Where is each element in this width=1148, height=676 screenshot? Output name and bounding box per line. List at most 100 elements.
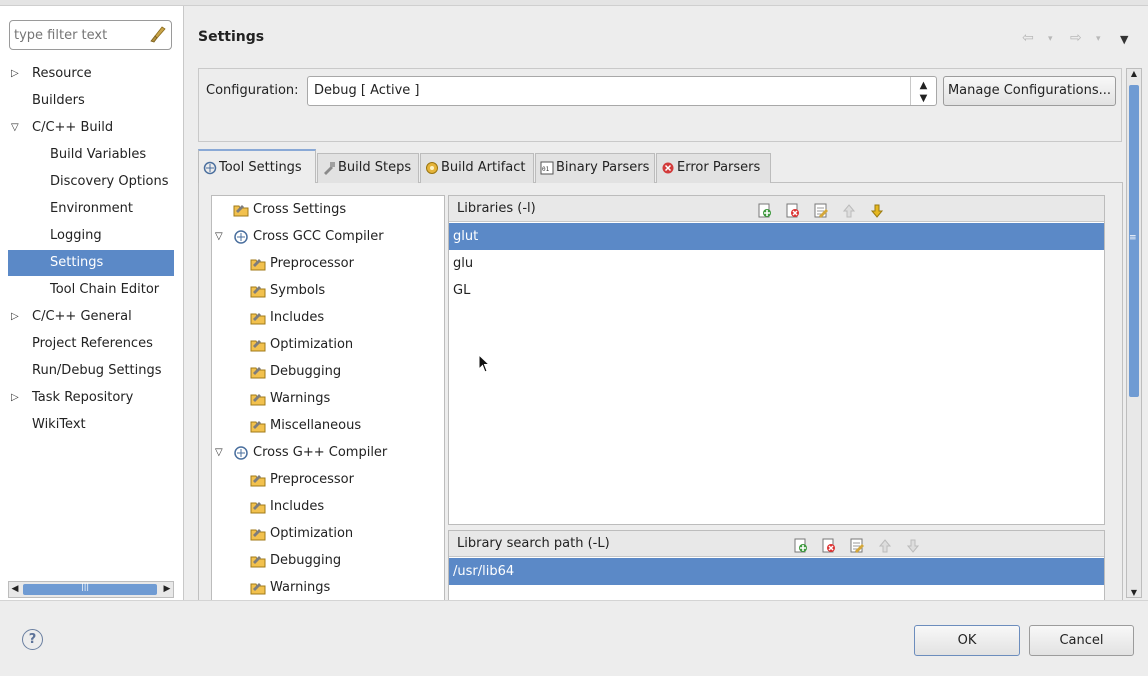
nav-item-label: Tool Chain Editor [50, 282, 160, 297]
edit-icon[interactable] [849, 538, 865, 554]
expand-icon[interactable]: ▷ [11, 385, 21, 411]
tree-item-debugging[interactable]: Debugging [212, 359, 444, 385]
nav-item-label: C/C++ Build [32, 120, 114, 135]
settings-folder-icon [250, 313, 266, 325]
configuration-select[interactable]: Debug [ Active ] ▲ ▼ [307, 76, 937, 106]
settings-folder-icon [250, 286, 266, 298]
tab-build-steps[interactable]: Build Steps [317, 153, 419, 183]
scroll-down-icon[interactable]: ▼ [1127, 588, 1141, 597]
nav-item-resource[interactable]: ▷ Resource [0, 61, 180, 87]
settings-folder-icon [250, 367, 266, 379]
expand-icon[interactable]: ▷ [11, 61, 21, 87]
add-icon[interactable] [757, 203, 773, 219]
tree-item-warnings[interactable]: Warnings [212, 575, 444, 600]
clear-filter-icon[interactable] [150, 26, 166, 44]
nav-item-c-c-build[interactable]: ▽ C/C++ Build [0, 115, 180, 141]
tree-item-debugging[interactable]: Debugging [212, 548, 444, 574]
nav-item-label: Project References [32, 336, 153, 351]
tree-item-preprocessor[interactable]: Preprocessor [212, 251, 444, 277]
build-steps-icon [324, 161, 335, 175]
tab-tool-settings[interactable]: Tool Settings [198, 149, 316, 183]
move-up-icon[interactable] [841, 203, 857, 219]
tree-item-label: Preprocessor [270, 472, 354, 487]
delete-icon[interactable] [785, 203, 801, 219]
ok-button[interactable]: OK [914, 625, 1020, 656]
forward-menu-icon[interactable]: ▾ [1096, 34, 1101, 44]
tab-build-artifact[interactable]: Build Artifact [420, 153, 534, 183]
nav-item-label: WikiText [32, 417, 86, 432]
page-vertical-scrollbar[interactable]: ≡ ▲ ▼ [1126, 68, 1142, 598]
tree-item-includes[interactable]: Includes [212, 305, 444, 331]
manage-configurations-button[interactable]: Manage Configurations... [943, 76, 1116, 106]
settings-folder-icon [250, 421, 266, 433]
tab-error-parsers[interactable]: Error Parsers [656, 153, 771, 183]
nav-item-task-repository[interactable]: ▷ Task Repository [0, 385, 180, 411]
nav-item-environment[interactable]: Environment [0, 196, 180, 222]
tree-item-cross-settings[interactable]: Cross Settings [212, 197, 444, 223]
nav-item-settings[interactable]: Settings [8, 250, 174, 276]
tree-item-label: Includes [270, 310, 325, 325]
tree-item-optimization[interactable]: Optimization [212, 332, 444, 358]
collapse-icon[interactable]: ▽ [11, 115, 21, 141]
scrollbar-grip: ≡ [1129, 233, 1137, 243]
nav-item-label: Resource [32, 66, 92, 81]
nav-item-c-c-general[interactable]: ▷ C/C++ General [0, 304, 180, 330]
nav-item-logging[interactable]: Logging [0, 223, 180, 249]
move-down-icon[interactable] [869, 203, 885, 219]
tab-label: Binary Parsers [556, 160, 650, 175]
tree-item-label: Debugging [270, 364, 342, 379]
move-up-icon[interactable] [877, 538, 893, 554]
expand-icon[interactable]: ▷ [11, 304, 21, 330]
cancel-button[interactable]: Cancel [1029, 625, 1134, 656]
tree-item-miscellaneous[interactable]: Miscellaneous [212, 413, 444, 439]
nav-item-discovery-options[interactable]: Discovery Options [0, 169, 180, 195]
edit-icon[interactable] [813, 203, 829, 219]
list-item[interactable]: glu [449, 250, 1104, 277]
list-item[interactable]: glut [449, 223, 1104, 250]
tool-settings-tree: Cross Settings ▽ Cross GCC Compiler Preproc… [211, 195, 445, 600]
help-icon[interactable]: ? [22, 629, 43, 650]
collapse-icon[interactable]: ▽ [215, 440, 223, 466]
tree-item-label: Miscellaneous [270, 418, 362, 433]
scroll-right-icon[interactable]: ▶ [161, 582, 173, 597]
add-icon[interactable] [793, 538, 809, 554]
forward-arrow-icon[interactable]: ⇨ [1070, 30, 1082, 46]
nav-item-wikitext[interactable]: WikiText [0, 412, 180, 438]
nav-item-tool-chain-editor[interactable]: Tool Chain Editor [0, 277, 180, 303]
tree-item-preprocessor[interactable]: Preprocessor [212, 467, 444, 493]
collapse-icon[interactable]: ▽ [215, 224, 223, 250]
list-item[interactable]: /usr/lib64 [449, 558, 1104, 585]
nav-horizontal-scrollbar[interactable]: ||| ◀ ▶ [8, 581, 174, 598]
tree-item-includes[interactable]: Includes [212, 494, 444, 520]
tree-item-label: Optimization [270, 337, 354, 352]
settings-folder-icon [233, 205, 249, 217]
page-title: Settings [198, 29, 265, 45]
view-menu-icon[interactable]: ▼ [1120, 33, 1128, 46]
nav-item-label: Run/Debug Settings [32, 363, 162, 378]
nav-item-label: Task Repository [32, 390, 134, 405]
delete-icon[interactable] [821, 538, 837, 554]
back-menu-icon[interactable]: ▾ [1048, 34, 1053, 44]
nav-item-builders[interactable]: Builders [0, 88, 180, 114]
scroll-left-icon[interactable]: ◀ [9, 582, 21, 597]
scroll-up-icon[interactable]: ▲ [1127, 69, 1141, 78]
tree-item-warnings[interactable]: Warnings [212, 386, 444, 412]
settings-folder-icon [250, 502, 266, 514]
tree-item-optimization[interactable]: Optimization [212, 521, 444, 547]
tree-item-symbols[interactable]: Symbols [212, 278, 444, 304]
mouse-cursor-icon [478, 354, 491, 373]
nav-item-build-variables[interactable]: Build Variables [0, 142, 180, 168]
select-arrows-icon: ▲ ▼ [910, 77, 936, 105]
nav-item-project-references[interactable]: Project References [0, 331, 180, 357]
nav-item-run-debug-settings[interactable]: Run/Debug Settings [0, 358, 180, 384]
back-arrow-icon[interactable]: ⇦ [1022, 30, 1034, 46]
tree-item-cross-g-compiler[interactable]: ▽ Cross G++ Compiler [212, 440, 444, 466]
tab-label: Error Parsers [677, 160, 761, 175]
scrollbar-thumb[interactable]: ||| [23, 582, 157, 595]
tree-item-cross-gcc-compiler[interactable]: ▽ Cross GCC Compiler [212, 224, 444, 250]
move-down-icon[interactable] [905, 538, 921, 554]
tab-binary-parsers[interactable]: 01 Binary Parsers [535, 153, 655, 183]
filter-input[interactable] [9, 20, 172, 50]
list-item[interactable]: GL [449, 277, 1104, 304]
tree-item-label: Warnings [270, 580, 331, 595]
